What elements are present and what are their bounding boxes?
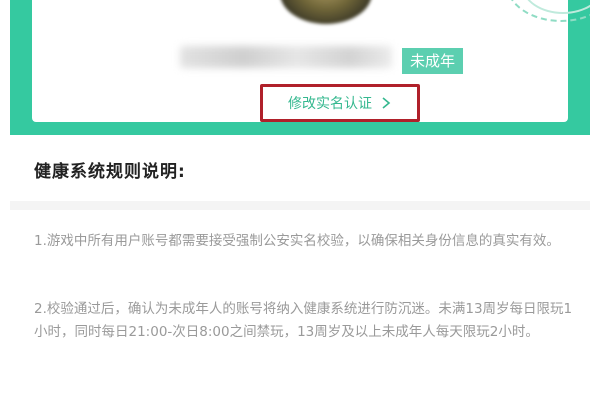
status-badge: 未成年 xyxy=(402,48,464,74)
modify-real-name-label: 修改实名认证 xyxy=(288,96,372,112)
chevron-right-icon xyxy=(382,97,391,109)
verified-stamp-icon xyxy=(506,0,590,22)
profile-card: 未成年 修改实名认证 xyxy=(32,0,590,122)
modify-real-name-button[interactable]: 修改实名认证 xyxy=(260,84,420,122)
rule-item: 2.校验通过后，确认为未成年人的账号将纳入健康系统进行防沉迷。未满13周岁每日限… xyxy=(34,301,573,340)
phone-screen: 未成年 修改实名认证 健康系统规则说明: 1.游戏中所有用户账号都需要接受强制公… xyxy=(10,0,590,400)
rule-item: 1.游戏中所有用户账号都需要接受强制公安实名校验，以确保相关身份信息的真实有效。 xyxy=(34,233,560,249)
avatar xyxy=(280,0,372,24)
rules-header: 健康系统规则说明: xyxy=(10,135,590,201)
rules-title: 健康系统规则说明: xyxy=(34,162,186,182)
rules-list: 1.游戏中所有用户账号都需要接受强制公安实名校验，以确保相关身份信息的真实有效。… xyxy=(10,210,590,400)
profile-header: 未成年 修改实名认证 xyxy=(10,0,590,135)
blurred-user-name xyxy=(180,46,392,68)
